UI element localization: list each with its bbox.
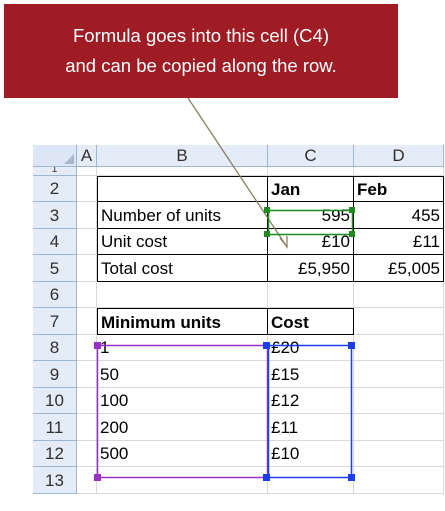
- cell-d7[interactable]: [354, 308, 444, 335]
- cell-a12[interactable]: [77, 441, 97, 467]
- row-header-4[interactable]: 4: [33, 229, 77, 255]
- cell-b8[interactable]: 1: [97, 335, 268, 361]
- cell-b9[interactable]: 50: [97, 361, 268, 388]
- cell-a2[interactable]: [77, 176, 97, 202]
- cell-c9[interactable]: £15: [268, 361, 354, 388]
- row-header-3[interactable]: 3: [33, 202, 77, 229]
- callout-line-2: and can be copied along the row.: [65, 55, 337, 76]
- cell-a3[interactable]: [77, 202, 97, 229]
- row-header-11[interactable]: 11: [33, 414, 77, 441]
- column-header-c[interactable]: C: [268, 145, 354, 167]
- cell-a5[interactable]: [77, 255, 97, 282]
- cell-b1[interactable]: [97, 167, 268, 176]
- cell-d4[interactable]: £11: [354, 229, 444, 255]
- cell-b3[interactable]: Number of units: [97, 202, 268, 229]
- cell-c13[interactable]: [268, 467, 354, 494]
- row-header-13[interactable]: 13: [33, 467, 77, 494]
- cell-c5[interactable]: £5,950: [268, 255, 354, 282]
- cell-b5[interactable]: Total cost: [97, 255, 268, 282]
- cell-b10[interactable]: 100: [97, 388, 268, 414]
- column-header-a[interactable]: A: [77, 145, 97, 167]
- cell-d6[interactable]: [354, 282, 444, 308]
- cell-d1[interactable]: [354, 167, 444, 176]
- cell-d3[interactable]: 455: [354, 202, 444, 229]
- cell-d9[interactable]: [354, 361, 444, 388]
- cell-c4[interactable]: £10: [268, 229, 354, 255]
- row-header-1[interactable]: 1: [33, 167, 77, 176]
- cell-b6[interactable]: [97, 282, 268, 308]
- cell-c3[interactable]: 595: [268, 202, 354, 229]
- cell-c7[interactable]: Cost: [268, 308, 354, 335]
- row-header-8[interactable]: 8: [33, 335, 77, 361]
- row-header-2[interactable]: 2: [33, 176, 77, 202]
- cell-b7[interactable]: Minimum units: [97, 308, 268, 335]
- cell-a8[interactable]: [77, 335, 97, 361]
- cell-a1[interactable]: [77, 167, 97, 176]
- cell-b2[interactable]: [97, 176, 268, 202]
- cell-c2[interactable]: Jan: [268, 176, 354, 202]
- spreadsheet-grid[interactable]: A B C D 1 2 3 4 5 6 7 8 9 10 11 12 13 Ja…: [33, 145, 445, 511]
- annotation-callout: Formula goes into this cell (C4) and can…: [4, 4, 398, 98]
- cell-a9[interactable]: [77, 361, 97, 388]
- row-header-10[interactable]: 10: [33, 388, 77, 414]
- column-header-b[interactable]: B: [97, 145, 268, 167]
- row-header-12[interactable]: 12: [33, 441, 77, 467]
- cell-d12[interactable]: [354, 441, 444, 467]
- cell-a13[interactable]: [77, 467, 97, 494]
- row-header-5[interactable]: 5: [33, 255, 77, 282]
- cell-d5[interactable]: £5,005: [354, 255, 444, 282]
- cell-d2[interactable]: Feb: [354, 176, 444, 202]
- cell-d10[interactable]: [354, 388, 444, 414]
- select-all-corner[interactable]: [33, 145, 77, 167]
- row-header-7[interactable]: 7: [33, 308, 77, 335]
- column-header-d[interactable]: D: [354, 145, 444, 167]
- cell-b11[interactable]: 200: [97, 414, 268, 441]
- cell-c10[interactable]: £12: [268, 388, 354, 414]
- cell-c11[interactable]: £11: [268, 414, 354, 441]
- cell-c12[interactable]: £10: [268, 441, 354, 467]
- cell-a11[interactable]: [77, 414, 97, 441]
- cell-b13[interactable]: [97, 467, 268, 494]
- row-header-9[interactable]: 9: [33, 361, 77, 388]
- callout-line-1: Formula goes into this cell (C4): [72, 25, 329, 46]
- cell-b4[interactable]: Unit cost: [97, 229, 268, 255]
- cell-b12[interactable]: 500: [97, 441, 268, 467]
- cell-c8[interactable]: £20: [268, 335, 354, 361]
- cell-c6[interactable]: [268, 282, 354, 308]
- cell-d8[interactable]: [354, 335, 444, 361]
- cell-a10[interactable]: [77, 388, 97, 414]
- cell-a7[interactable]: [77, 308, 97, 335]
- cell-a4[interactable]: [77, 229, 97, 255]
- cell-a6[interactable]: [77, 282, 97, 308]
- cell-d13[interactable]: [354, 467, 444, 494]
- cell-d11[interactable]: [354, 414, 444, 441]
- cell-c1[interactable]: [268, 167, 354, 176]
- row-header-6[interactable]: 6: [33, 282, 77, 308]
